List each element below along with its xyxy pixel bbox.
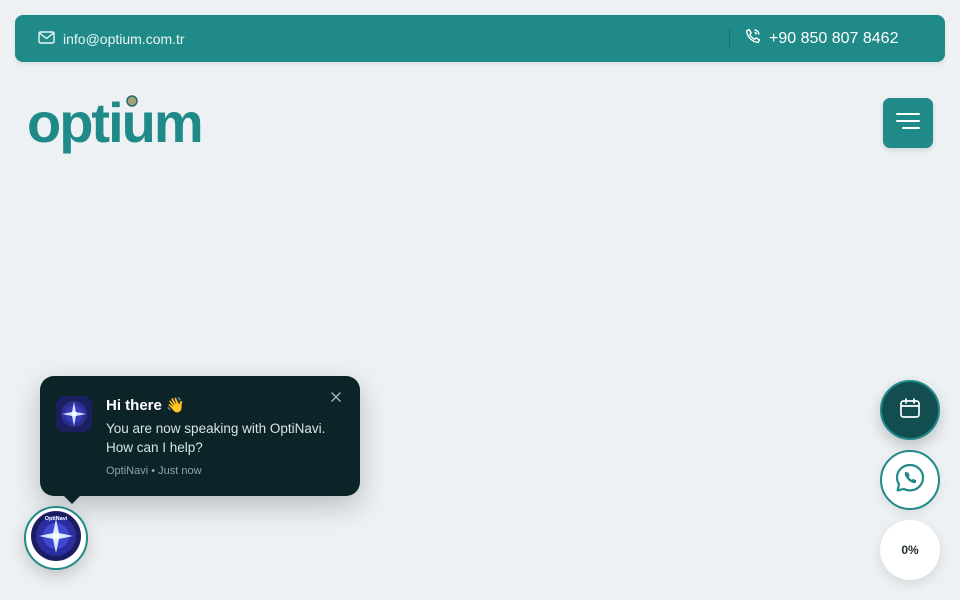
hamburger-menu-icon	[895, 111, 921, 136]
bot-name-label: OptiNavi	[45, 516, 68, 522]
optinavi-avatar	[56, 396, 92, 432]
appointment-calendar-button[interactable]	[880, 380, 940, 440]
logo-dot	[126, 95, 138, 107]
phone-icon	[745, 28, 761, 49]
chat-greeting-popup[interactable]: Hi there 👋 You are now speaking with Opt…	[40, 376, 360, 504]
email-link[interactable]: info@optium.com.tr	[38, 15, 185, 62]
hamburger-menu-button[interactable]	[883, 98, 933, 148]
chat-greeting-message: You are now speaking with OptiNavi. How …	[106, 421, 326, 455]
topbar-divider	[729, 29, 730, 49]
mail-icon	[38, 30, 55, 47]
phone-link[interactable]: +90 850 807 8462	[745, 15, 898, 62]
contact-top-bar: info@optium.com.tr +90 850 807 8462	[15, 15, 945, 62]
phone-text: +90 850 807 8462	[769, 29, 899, 47]
optinavi-compass-icon: OptiNavi	[30, 510, 82, 567]
optium-logo[interactable]: optium	[27, 90, 225, 156]
chat-close-button[interactable]	[328, 390, 344, 406]
whatsapp-button[interactable]	[880, 450, 940, 510]
close-icon	[331, 389, 341, 407]
scroll-progress-value: 0%	[901, 543, 919, 557]
chat-greeting-title: Hi there 👋	[106, 397, 185, 414]
whatsapp-icon	[894, 462, 926, 499]
scroll-progress-button[interactable]: 0%	[880, 520, 940, 580]
chat-bot-launcher[interactable]: OptiNavi	[24, 506, 88, 570]
logo-wordmark: optium	[27, 91, 202, 154]
email-text: info@optium.com.tr	[63, 30, 185, 47]
calendar-icon	[899, 397, 921, 424]
chat-greeting-meta: OptiNavi • Just now	[106, 465, 202, 477]
